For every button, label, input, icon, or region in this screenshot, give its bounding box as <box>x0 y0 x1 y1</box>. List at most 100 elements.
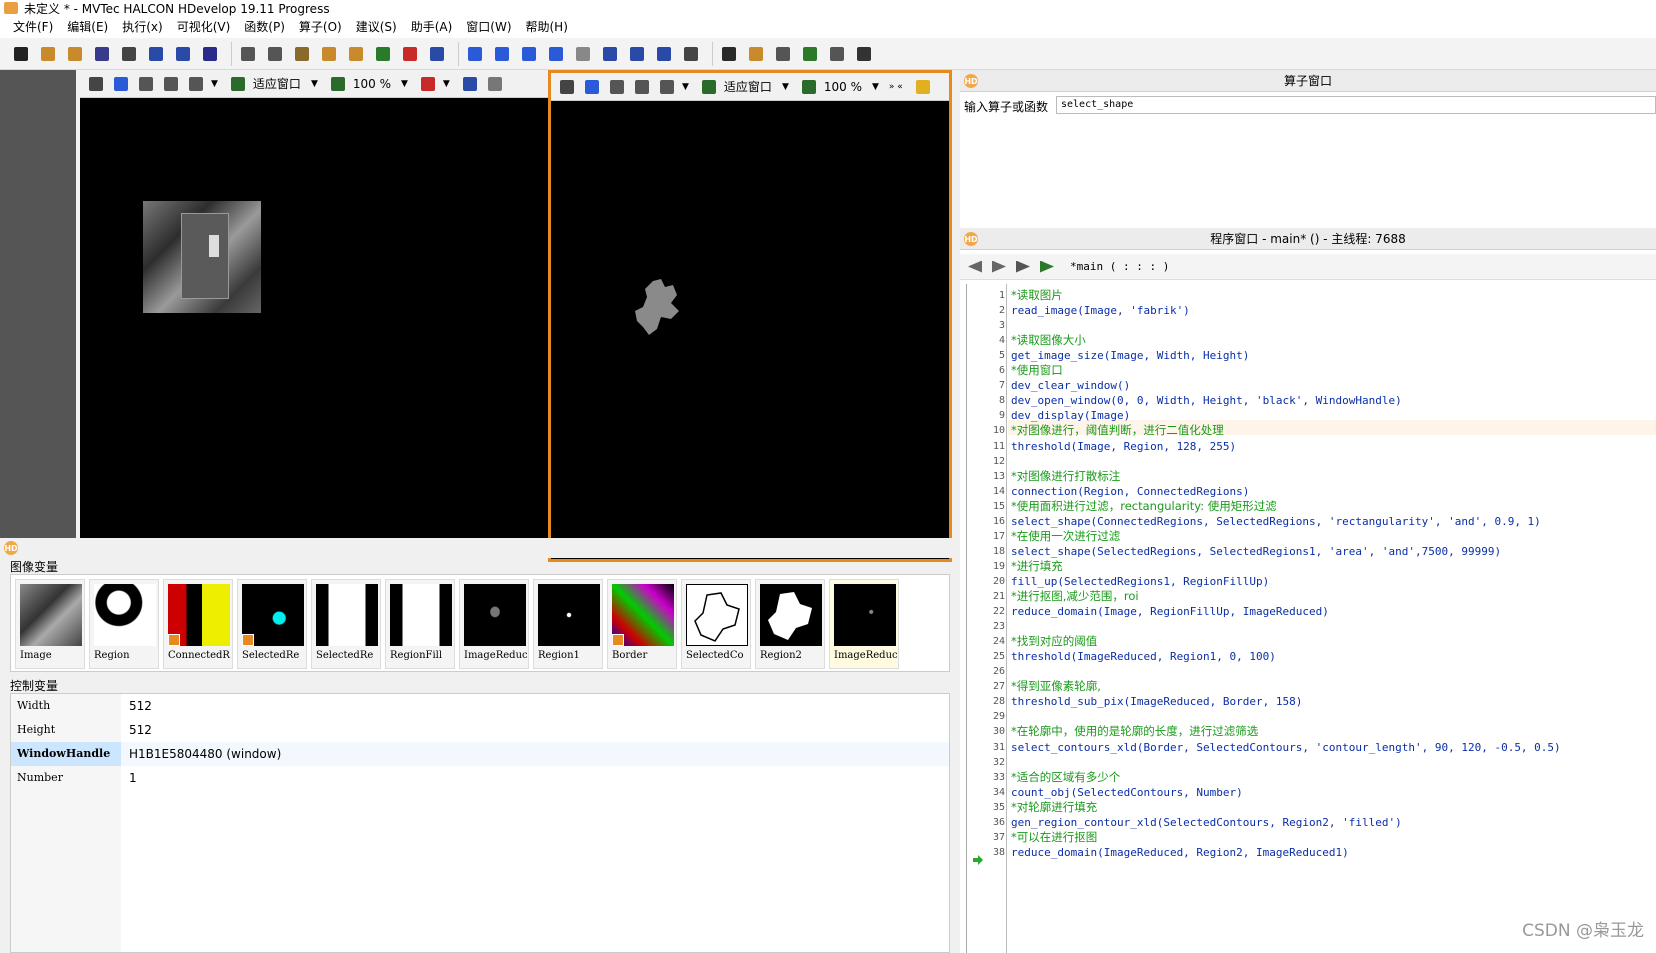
image-var[interactable]: ImageReduc <box>829 579 899 669</box>
edit-icon[interactable] <box>86 74 106 94</box>
graphics-canvas[interactable] <box>551 101 949 559</box>
menu-suggestions[interactable]: 建议(S) <box>349 16 404 38</box>
profiler-icon[interactable] <box>680 43 702 65</box>
menu-edit[interactable]: 编辑(E) <box>60 16 115 38</box>
export-icon[interactable] <box>145 43 167 65</box>
menu-operators[interactable]: 算子(O) <box>292 16 349 38</box>
feature-histogram-icon[interactable] <box>772 43 794 65</box>
code-line[interactable]: select_shape(ConnectedRegions, SelectedR… <box>1011 514 1541 529</box>
zoom-level-icon[interactable] <box>799 77 819 97</box>
code-line[interactable]: dev_display(Image) <box>1011 408 1130 423</box>
code-comment[interactable]: *在使用一次进行过滤 <box>1011 529 1120 544</box>
lightbulb-icon[interactable] <box>485 74 505 94</box>
code-line[interactable]: dev_open_window(0, 0, Width, Height, 'bl… <box>1011 393 1402 408</box>
copy-icon[interactable] <box>264 43 286 65</box>
image-var[interactable]: ImageReduc <box>459 579 529 669</box>
fit-window-icon[interactable] <box>699 77 719 97</box>
reset-icon[interactable] <box>599 43 621 65</box>
step-into-icon[interactable] <box>518 43 540 65</box>
control-var-row[interactable]: Width 512 <box>11 694 949 718</box>
zoom-level-label[interactable]: 100 % <box>824 80 862 94</box>
code-line[interactable]: gen_region_contour_xld(SelectedContours,… <box>1011 815 1402 830</box>
code-comment[interactable]: *进行抠图,减少范围，roi <box>1011 589 1139 604</box>
code-comment[interactable]: *对轮廓进行填充 <box>1011 800 1097 815</box>
graphics-window-2[interactable]: ▼ 适应窗口 ▼ 100 % ▼ » « <box>548 70 952 562</box>
code-comment[interactable]: *读取图像大小 <box>1011 333 1086 348</box>
code-comment[interactable]: *适合的区域有多少个 <box>1011 770 1120 785</box>
pin-icon[interactable] <box>460 74 480 94</box>
zoom-icon[interactable] <box>186 74 206 94</box>
control-var-row[interactable]: Number 1 <box>11 766 949 790</box>
step-out-icon[interactable] <box>545 43 567 65</box>
code-comment[interactable]: *对图像进行打散标注 <box>1011 469 1120 484</box>
menu-assistants[interactable]: 助手(A) <box>404 16 460 38</box>
image-var[interactable]: Region <box>89 579 159 669</box>
image-var[interactable]: Region2 <box>755 579 825 669</box>
color-icon[interactable] <box>418 74 438 94</box>
code-line[interactable]: threshold_sub_pix(ImageReduced, Border, … <box>1011 694 1302 709</box>
code-comment[interactable]: *进行填充 <box>1011 559 1063 574</box>
redo-icon[interactable] <box>345 43 367 65</box>
fit-window-label[interactable]: 适应窗口 <box>253 75 301 92</box>
undo-icon[interactable] <box>318 43 340 65</box>
chevron-down-icon[interactable]: ▼ <box>311 79 318 89</box>
chevron-down-icon[interactable]: ▼ <box>401 79 408 89</box>
procedure-selector[interactable]: *main ( : : : ) <box>1070 260 1169 273</box>
gray-histogram-icon[interactable] <box>745 43 767 65</box>
chevron-down-icon[interactable]: ▼ <box>682 82 689 92</box>
control-var-row-selected[interactable]: WindowHandle H1B1E5804480 (window) <box>11 742 949 766</box>
procedure-icon[interactable] <box>1038 260 1056 274</box>
menu-file[interactable]: 文件(F) <box>6 16 60 38</box>
export-library-icon[interactable] <box>172 43 194 65</box>
forward-icon[interactable] <box>990 260 1008 274</box>
menu-functions[interactable]: 函数(P) <box>237 16 292 38</box>
image-var[interactable]: Region1 <box>533 579 603 669</box>
print-icon[interactable] <box>118 43 140 65</box>
pointer-icon[interactable] <box>582 77 602 97</box>
fit-window-label[interactable]: 适应窗口 <box>724 78 772 95</box>
image-var[interactable]: SelectedRe <box>311 579 381 669</box>
more-icon[interactable]: » « <box>889 82 903 92</box>
code-line[interactable]: reduce_domain(Image, RegionFillUp, Image… <box>1011 604 1329 619</box>
image-var[interactable]: RegionFill <box>385 579 455 669</box>
code-comment[interactable]: *读取图片 <box>1011 288 1063 303</box>
ocr-icon[interactable] <box>853 43 875 65</box>
image-var[interactable]: SelectedCo <box>681 579 751 669</box>
code-line[interactable]: get_image_size(Image, Width, Height) <box>1011 348 1249 363</box>
show-state-icon[interactable] <box>653 43 675 65</box>
reset-program-icon[interactable] <box>626 43 648 65</box>
code-comment[interactable]: *在轮廓中，使用的是轮廓的长度，进行过滤筛选 <box>1011 724 1258 739</box>
program-editor[interactable]: 1 *读取图片 2 read_image(Image, 'fabrik') 3 4 *读取图… <box>966 284 1656 953</box>
code-line[interactable]: select_contours_xld(Border, SelectedCont… <box>1011 740 1561 755</box>
inspect-icon[interactable] <box>799 43 821 65</box>
code-comment[interactable]: *使用面积进行过滤，rectangularity: 使用矩形过滤 <box>1011 499 1277 514</box>
graphics-window-icon[interactable] <box>718 43 740 65</box>
stop-icon[interactable] <box>572 43 594 65</box>
code-line[interactable]: connection(Region, ConnectedRegions) <box>1011 484 1249 499</box>
chevron-down-icon[interactable]: ▼ <box>443 79 450 89</box>
code-comment[interactable]: *找到对应的阈值 <box>1011 634 1097 649</box>
hand-icon[interactable] <box>607 77 627 97</box>
edit-icon[interactable] <box>557 77 577 97</box>
open-file-icon[interactable] <box>37 43 59 65</box>
zoom-icon[interactable] <box>657 77 677 97</box>
line-profile-icon[interactable] <box>826 43 848 65</box>
image-var[interactable]: Border <box>607 579 677 669</box>
zoom-level-icon[interactable] <box>328 74 348 94</box>
chevron-down-icon[interactable]: ▼ <box>872 82 879 92</box>
operator-input[interactable]: select_shape <box>1056 96 1656 114</box>
properties-icon[interactable] <box>199 43 221 65</box>
code-comment[interactable]: *得到亚像素轮廓, <box>1011 679 1101 694</box>
code-comment[interactable]: *对图像进行，阈值判断，进行二值化处理 <box>1011 423 1224 438</box>
image-var[interactable]: SelectedRe <box>237 579 307 669</box>
magnify-icon[interactable] <box>632 77 652 97</box>
menu-execute[interactable]: 执行(x) <box>115 16 169 38</box>
code-line[interactable]: read_image(Image, 'fabrik') <box>1011 303 1190 318</box>
chevron-down-icon[interactable]: ▼ <box>782 82 789 92</box>
open-example-icon[interactable] <box>64 43 86 65</box>
hand-icon[interactable] <box>136 74 156 94</box>
code-line[interactable]: reduce_domain(ImageReduced, Region2, Ima… <box>1011 845 1349 860</box>
paste-icon[interactable] <box>291 43 313 65</box>
image-var[interactable]: Image <box>15 579 85 669</box>
code-line[interactable]: fill_up(SelectedRegions1, RegionFillUp) <box>1011 574 1269 589</box>
